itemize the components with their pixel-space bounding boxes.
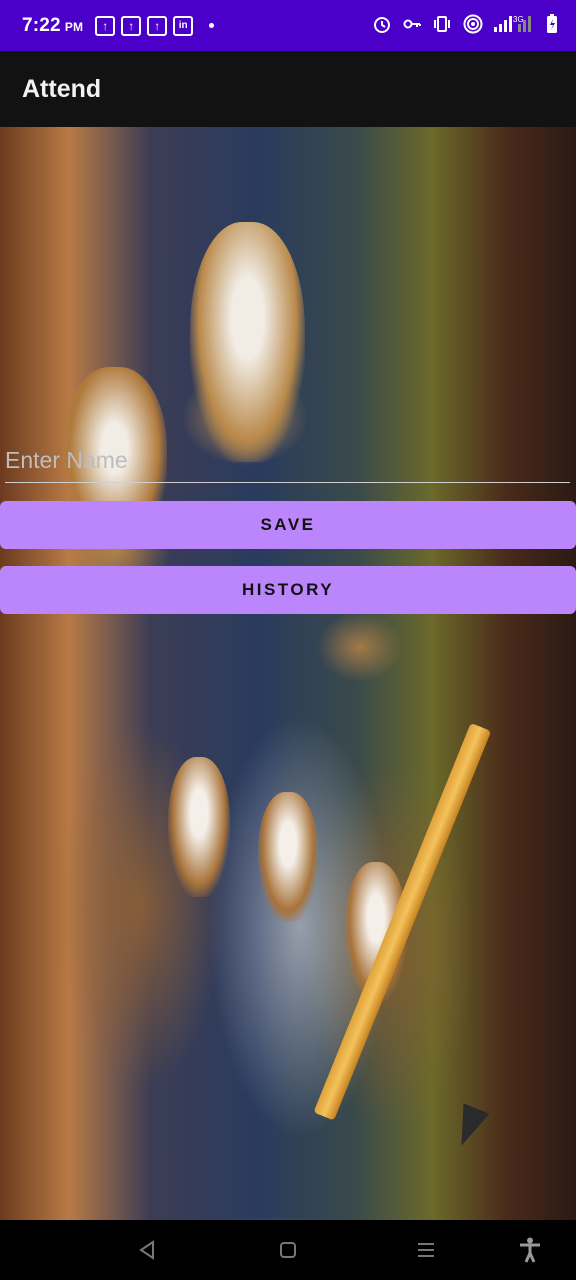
- battery-icon: [547, 14, 557, 33]
- background-image: [0, 127, 576, 1220]
- pencil-tip: [448, 1103, 490, 1151]
- hotspot-icon: [463, 14, 483, 34]
- linkedin-icon: in: [173, 15, 194, 36]
- notification-icon: ↑: [95, 15, 116, 36]
- name-input[interactable]: [5, 438, 570, 483]
- status-time: 7:22 PM: [22, 15, 83, 37]
- notification-icon: ↑: [121, 15, 142, 36]
- pencil-illustration: [313, 722, 492, 1121]
- recents-icon[interactable]: [416, 1240, 436, 1260]
- vpn-key-icon: [403, 19, 421, 29]
- status-bar: 7:22 PM ↑ ↑ ↑ in 3G: [0, 0, 576, 51]
- home-icon[interactable]: [279, 1240, 297, 1260]
- more-notifications-dot: [209, 23, 215, 28]
- system-icons: 3G: [372, 14, 558, 34]
- navigation-bar: [0, 1220, 576, 1280]
- network-label: 3G: [513, 15, 524, 24]
- clock-ampm: PM: [64, 19, 84, 34]
- accessibility-icon[interactable]: [519, 1237, 541, 1263]
- clock-time: 7:22: [22, 14, 61, 36]
- vibrate-icon: [434, 16, 450, 32]
- app-title: Attend: [22, 74, 102, 103]
- notification-icons: ↑ ↑ ↑ in: [95, 15, 215, 36]
- alarm-icon: [374, 17, 390, 33]
- signal-icon: 3G: [494, 15, 531, 32]
- meerkat-figure: [258, 792, 318, 922]
- meerkat-figure: [190, 222, 305, 462]
- back-icon[interactable]: [138, 1240, 156, 1260]
- history-button[interactable]: HISTORY: [0, 566, 576, 614]
- app-bar: Attend: [0, 51, 576, 127]
- meerkat-figure: [168, 757, 230, 897]
- save-button[interactable]: SAVE: [0, 501, 576, 549]
- notification-icon: ↑: [147, 15, 168, 36]
